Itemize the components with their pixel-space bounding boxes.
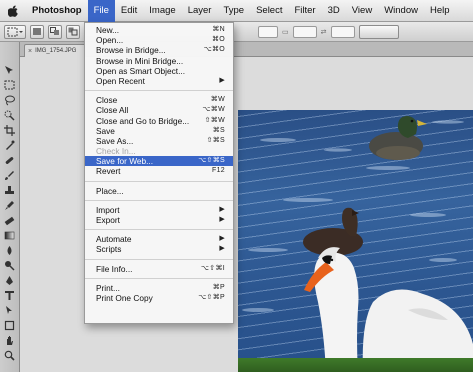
move-tool-icon[interactable] — [3, 64, 17, 76]
menu-item-close-all[interactable]: Close All ⌥⌘W — [85, 105, 233, 115]
menu-item-export[interactable]: Export ▶ — [85, 215, 233, 225]
submenu-arrow-icon: ▶ — [219, 235, 225, 243]
tool-preset-picker[interactable] — [4, 24, 26, 39]
menu-item-close[interactable]: Close ⌘W — [85, 95, 233, 105]
menu-select[interactable]: Select — [250, 0, 288, 22]
menu-type[interactable]: Type — [217, 0, 250, 22]
menu-item-file-info[interactable]: File Info... ⌥⇧⌘I — [85, 264, 233, 274]
menu-edit[interactable]: Edit — [115, 0, 143, 22]
mallard-duck — [369, 116, 427, 160]
subtract-selection-icon[interactable] — [66, 24, 80, 39]
menu-item-automate[interactable]: Automate ▶ — [85, 234, 233, 244]
menu-item-open[interactable]: Open... ⌘O — [85, 35, 233, 45]
brush-tool-icon[interactable] — [3, 169, 17, 181]
refine-edge-button[interactable] — [358, 24, 399, 39]
menu-item-print-one-copy[interactable]: Print One Copy ⌥⇧⌘P — [85, 293, 233, 303]
menu-item-save-as[interactable]: Save As... ⇧⌘S — [85, 136, 233, 146]
type-tool-icon[interactable] — [3, 289, 17, 301]
submenu-arrow-icon: ▶ — [219, 245, 225, 253]
zoom-tool-icon[interactable] — [3, 349, 17, 361]
submenu-arrow-icon: ▶ — [219, 205, 225, 213]
menu-item-browse-in-bridge[interactable]: Browse in Bridge... ⌥⌘O — [85, 45, 233, 55]
canvas-photo[interactable] — [238, 110, 473, 372]
document-title: IMG_1754.JPG — [35, 48, 77, 54]
tools-panel — [0, 42, 20, 372]
menu-separator — [85, 277, 233, 279]
menu-item-save-for-web[interactable]: Save for Web... ⌥⇧⌘S — [85, 156, 233, 167]
new-selection-icon[interactable] — [30, 24, 44, 39]
menu-filter[interactable]: Filter — [288, 0, 321, 22]
lasso-tool-icon[interactable] — [3, 94, 17, 106]
width-field[interactable] — [292, 25, 317, 38]
menu-item-import[interactable]: Import ▶ — [85, 205, 233, 215]
menu-item-close-and-go-to-bridge[interactable]: Close and Go to Bridge... ⇧⌘W — [85, 116, 233, 126]
healing-brush-tool-icon[interactable] — [3, 154, 17, 166]
menu-separator — [85, 90, 233, 92]
swan — [304, 247, 473, 372]
add-selection-icon[interactable] — [48, 24, 62, 39]
menu-bar: Photoshop File Edit Image Layer Type Sel… — [0, 0, 473, 22]
close-icon[interactable]: × — [28, 48, 32, 55]
dodge-tool-icon[interactable] — [3, 259, 17, 271]
marquee-tool-icon[interactable] — [3, 79, 17, 91]
file-menu: New... ⌘N Open... ⌘O Browse in Bridge... ⌥⌘… — [84, 22, 234, 324]
width-label: ▭ — [282, 28, 289, 36]
menu-separator — [85, 229, 233, 231]
menu-separator — [85, 180, 233, 182]
menu-item-place[interactable]: Place... — [85, 186, 233, 196]
hand-tool-icon[interactable] — [3, 334, 17, 346]
quick-selection-tool-icon[interactable] — [3, 109, 17, 121]
menu-item-open-as-smart-object[interactable]: Open as Smart Object... — [85, 66, 233, 76]
style-select[interactable] — [258, 25, 278, 38]
menu-separator — [85, 258, 233, 260]
menu-item-check-in: Check In... — [96, 146, 136, 157]
menu-3d[interactable]: 3D — [322, 0, 346, 22]
apple-icon[interactable] — [6, 4, 20, 18]
clone-stamp-tool-icon[interactable] — [3, 184, 17, 196]
crop-tool-icon[interactable] — [3, 124, 17, 136]
menu-file[interactable]: File — [87, 0, 115, 22]
shape-tool-icon[interactable] — [3, 319, 17, 331]
menu-separator — [85, 199, 233, 201]
menu-view[interactable]: View — [346, 0, 378, 22]
eyedropper-tool-icon[interactable] — [3, 139, 17, 151]
grass-strip — [238, 358, 473, 372]
history-brush-tool-icon[interactable] — [3, 199, 17, 211]
menu-item-save[interactable]: Save ⌘S — [85, 126, 233, 136]
menu-layer[interactable]: Layer — [182, 0, 218, 22]
menu-window[interactable]: Window — [378, 0, 424, 22]
menu-item-scripts[interactable]: Scripts ▶ — [85, 244, 233, 254]
menu-photoshop[interactable]: Photoshop — [26, 0, 88, 22]
pen-tool-icon[interactable] — [3, 274, 17, 286]
menu-item-print[interactable]: Print... ⌘P — [85, 283, 233, 293]
swap-icon[interactable]: ⇄ — [321, 28, 327, 36]
menu-item-browse-in-mini-bridge[interactable]: Browse in Mini Bridge... — [85, 56, 233, 66]
menu-item-revert[interactable]: Revert F12 — [85, 166, 233, 176]
eraser-tool-icon[interactable] — [3, 214, 17, 226]
menu-item-new[interactable]: New... ⌘N — [85, 25, 233, 35]
menu-item-open-recent[interactable]: Open Recent ▶ — [85, 76, 233, 86]
menu-help[interactable]: Help — [424, 0, 456, 22]
height-field[interactable] — [330, 25, 355, 38]
blur-tool-icon[interactable] — [3, 244, 17, 256]
photo-birds — [242, 116, 473, 372]
gradient-tool-icon[interactable] — [3, 229, 17, 241]
options-bar: ▭ ⇄ — [0, 22, 473, 42]
document-tab[interactable]: × IMG_1754.JPG — [24, 44, 86, 57]
submenu-arrow-icon: ▶ — [219, 76, 225, 84]
path-selection-tool-icon[interactable] — [3, 304, 17, 316]
submenu-arrow-icon: ▶ — [219, 216, 225, 223]
menu-image[interactable]: Image — [143, 0, 181, 22]
